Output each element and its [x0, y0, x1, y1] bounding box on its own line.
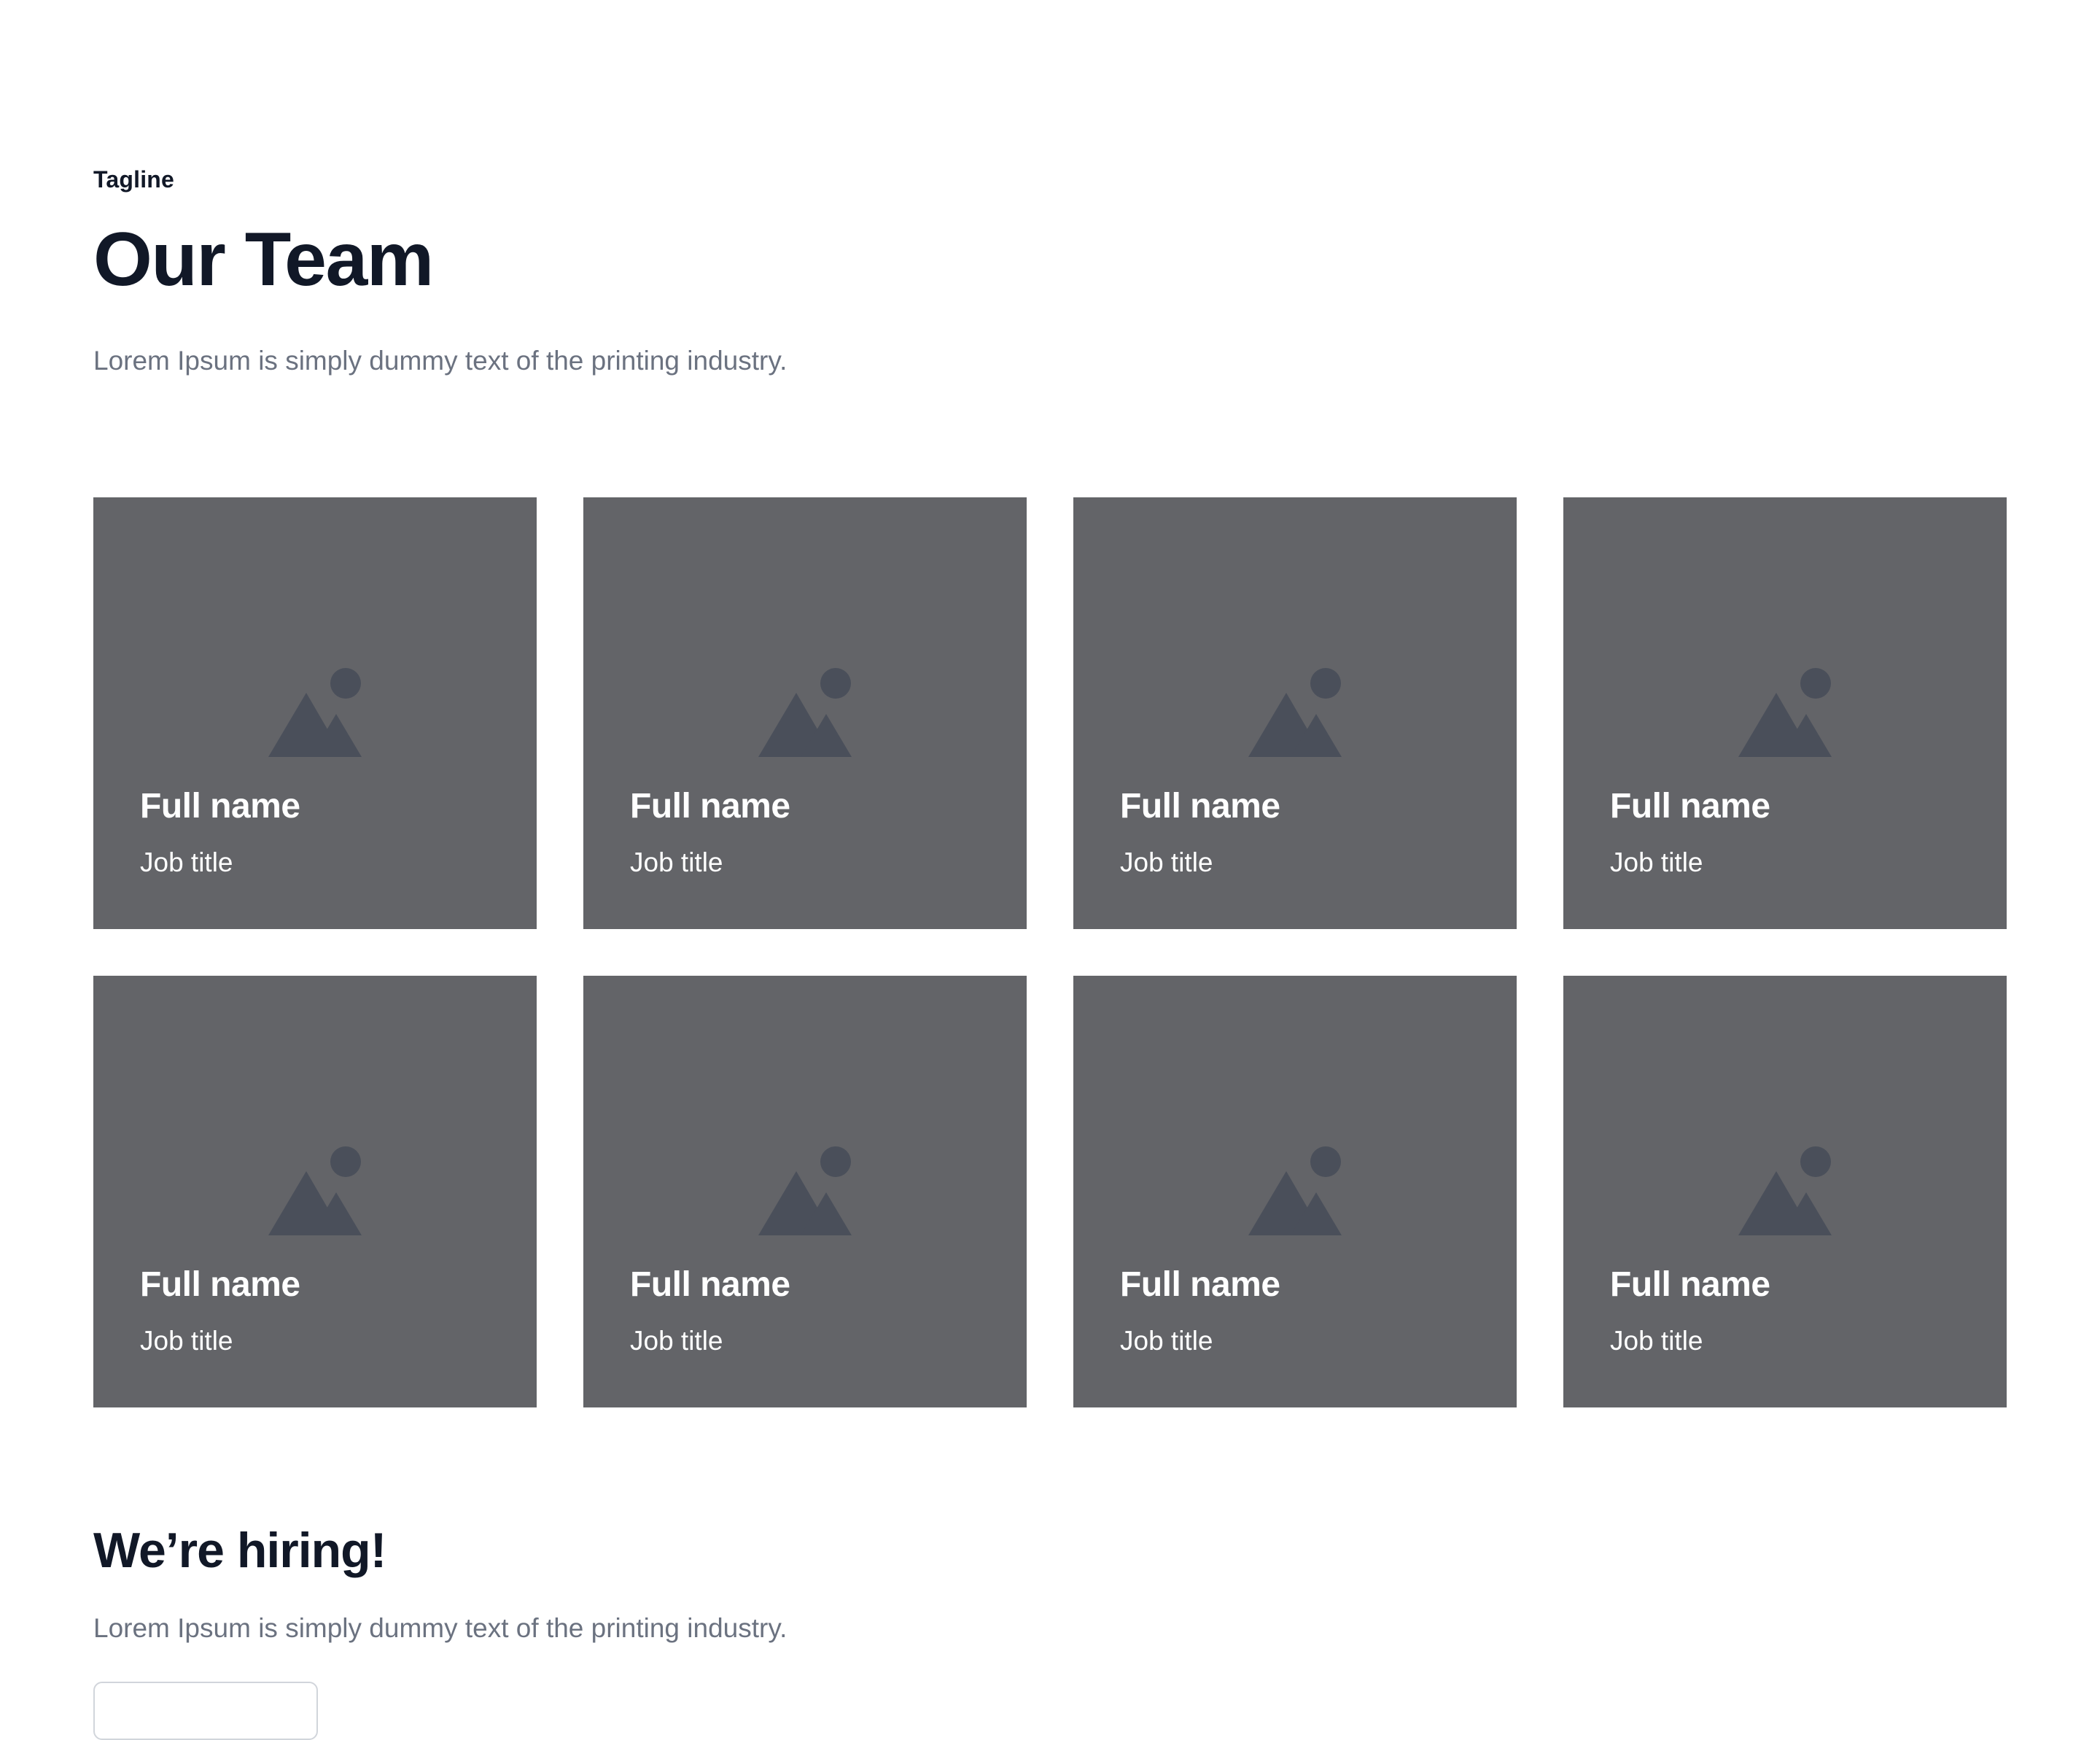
image-placeholder-icon [1738, 1146, 1832, 1235]
member-job-title: Job title [1120, 1326, 1213, 1356]
image-placeholder-icon [268, 668, 362, 757]
member-job-title: Job title [1120, 847, 1213, 877]
member-job-title: Job title [630, 1326, 723, 1356]
team-card: Full name Job title [1073, 497, 1517, 929]
member-name: Full name [630, 787, 790, 826]
member-name: Full name [1120, 1265, 1280, 1304]
member-job-title: Job title [140, 847, 233, 877]
image-placeholder-icon [1738, 668, 1832, 757]
team-card: Full name Job title [583, 976, 1027, 1407]
member-job-title: Job title [140, 1326, 233, 1356]
team-card: Full name Job title [93, 976, 537, 1407]
member-name: Full name [1120, 787, 1280, 826]
team-card: Full name Job title [93, 497, 537, 929]
team-card: Full name Job title [1073, 976, 1517, 1407]
member-job-title: Job title [1610, 1326, 1703, 1356]
image-placeholder-icon [758, 1146, 852, 1235]
member-job-title: Job title [630, 847, 723, 877]
hiring-cta-button[interactable] [93, 1682, 318, 1740]
member-name: Full name [630, 1265, 790, 1304]
image-placeholder-icon [1248, 1146, 1342, 1235]
member-name: Full name [140, 1265, 300, 1304]
team-card: Full name Job title [1563, 497, 2007, 929]
image-placeholder-icon [268, 1146, 362, 1235]
image-placeholder-icon [758, 668, 852, 757]
hiring-text: Lorem Ipsum is simply dummy text of the … [93, 1613, 788, 1643]
page-title: Our Team [93, 217, 434, 302]
hiring-title: We’re hiring! [93, 1523, 386, 1578]
member-name: Full name [140, 787, 300, 826]
member-name: Full name [1610, 787, 1770, 826]
member-name: Full name [1610, 1265, 1770, 1304]
team-card: Full name Job title [1563, 976, 2007, 1407]
tagline: Tagline [93, 166, 175, 193]
page-subtitle: Lorem Ipsum is simply dummy text of the … [93, 346, 788, 376]
image-placeholder-icon [1248, 668, 1342, 757]
team-card: Full name Job title [583, 497, 1027, 929]
team-grid: Full name Job title Full name Job title … [93, 497, 2007, 1407]
member-job-title: Job title [1610, 847, 1703, 877]
